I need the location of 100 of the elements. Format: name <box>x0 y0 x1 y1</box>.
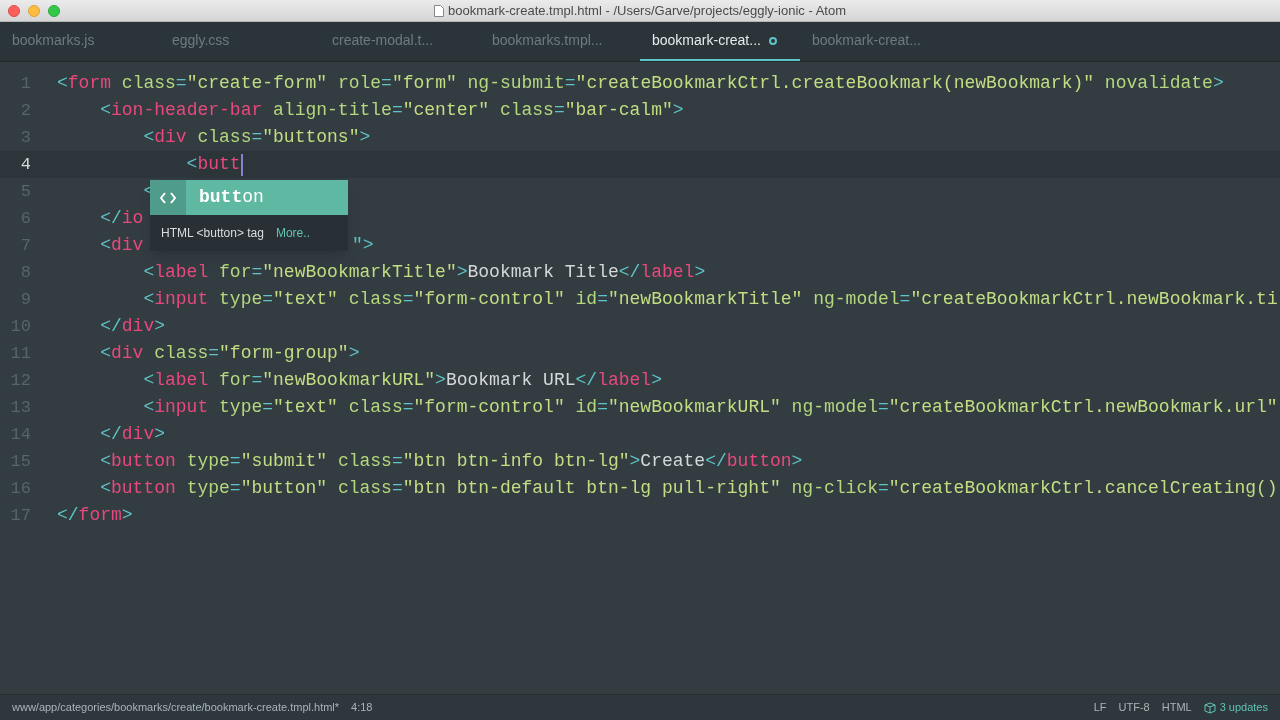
code-punctuation: > <box>651 369 662 392</box>
code-tag: input <box>154 286 209 313</box>
code-punctuation: = <box>208 342 220 365</box>
code-tag: butt <box>197 151 241 178</box>
editor-tab[interactable]: bookmark-creat... <box>800 22 960 61</box>
code-punctuation: < <box>142 288 155 311</box>
code-tag: label <box>154 259 209 286</box>
code-punctuation: > <box>359 126 371 149</box>
code-punctuation: > <box>672 99 684 122</box>
code-brackets-icon <box>160 191 176 204</box>
code-punctuation: = <box>899 288 911 311</box>
code-punctuation: "> <box>352 235 374 255</box>
code-punctuation: > <box>791 450 803 473</box>
code-punctuation: = <box>391 450 403 473</box>
code-tag: div <box>121 421 155 448</box>
code-punctuation: = <box>597 288 608 311</box>
code-string: "create-form" <box>186 72 328 95</box>
code-punctuation: > <box>694 261 706 284</box>
code-attribute: class <box>498 99 554 122</box>
code-string: "submit" <box>240 450 328 473</box>
code-tag: div <box>121 313 155 340</box>
code-attribute: ng-click <box>790 477 878 500</box>
line-ending[interactable]: LF <box>1093 699 1107 716</box>
code-string: "newBookmarkURL" <box>262 369 436 392</box>
code-punctuation: < <box>185 153 198 176</box>
code-string: "form-control" <box>413 396 565 419</box>
code-punctuation: < <box>99 342 111 365</box>
code-string: "btn btn-info btn-lg" <box>402 450 630 473</box>
code-punctuation: < <box>99 99 111 122</box>
code-attribute: align-title <box>272 99 392 122</box>
code-attribute: class <box>153 342 209 365</box>
code-string: "newBookmarkTitle" <box>607 288 803 311</box>
code-tag: form <box>67 70 112 97</box>
code-attribute: class <box>196 126 252 149</box>
code-punctuation: = <box>251 369 263 392</box>
code-punctuation: = <box>262 288 274 311</box>
code-punctuation: = <box>391 99 403 122</box>
file-path[interactable]: www/app/categories/bookmarks/create/bookmark-create.tmpl.html* <box>12 699 340 716</box>
package-icon <box>1203 701 1216 714</box>
updates-link[interactable]: 3 updates <box>1219 699 1268 716</box>
code-string: "newBookmarkURL" <box>607 396 781 419</box>
editor-tab[interactable]: eggly.css <box>160 22 320 61</box>
code-punctuation: > <box>154 315 166 338</box>
code-attribute: type <box>185 477 230 500</box>
code-tag: div <box>111 232 144 259</box>
code-text: Bookmark URL <box>445 369 576 392</box>
code-tag: button <box>111 475 176 502</box>
code-punctuation: = <box>229 477 241 500</box>
editor-tab[interactable]: bookmarks.tmpl... <box>480 22 640 61</box>
grammar[interactable]: HTML <box>1161 699 1192 716</box>
code-attribute: type <box>218 288 263 311</box>
code-attribute: id <box>574 396 598 419</box>
code-punctuation: > <box>154 423 166 446</box>
editor-tab[interactable]: bookmark-creat... <box>640 22 800 61</box>
code-attribute: class <box>336 477 392 500</box>
cursor-position[interactable]: 4:18 <box>351 699 373 716</box>
code-punctuation: < <box>57 72 68 95</box>
code-tag: input <box>154 394 209 421</box>
maximize-button[interactable] <box>48 5 60 17</box>
line-number: 4 <box>19 153 31 176</box>
code-punctuation: < <box>142 369 155 392</box>
code-string: "buttons" <box>262 126 360 149</box>
code-tag: div <box>111 340 144 367</box>
code-punctuation: = <box>262 396 274 419</box>
code-tag: label <box>154 367 209 394</box>
code-punctuation: < <box>99 450 111 473</box>
code-punctuation: </ <box>99 207 122 230</box>
code-string: "text" <box>273 288 338 311</box>
code-tag: io <box>121 205 144 232</box>
code-attribute: ng-submit <box>466 72 565 95</box>
code-attribute: novalidate <box>1103 72 1213 95</box>
code-attribute: ng-model <box>812 288 900 311</box>
code-string: "form-group" <box>219 342 349 365</box>
suggestion-description: HTML <button> tag <box>161 225 264 242</box>
code-string: "button" <box>240 477 328 500</box>
code-punctuation: = <box>229 450 241 473</box>
encoding[interactable]: UTF-8 <box>1118 699 1150 716</box>
code-tag: button <box>111 448 176 475</box>
code-punctuation: < <box>142 126 155 149</box>
code-text: Create <box>640 450 706 473</box>
code-punctuation: < <box>142 396 155 419</box>
code-punctuation: < <box>99 477 111 500</box>
code-punctuation: </ <box>618 261 641 284</box>
close-button[interactable] <box>8 5 20 17</box>
code-punctuation: = <box>251 261 263 284</box>
code-string: "text" <box>273 396 338 419</box>
code-string: "createBookmarkCtrl.cancelCreating() <box>888 477 1278 500</box>
code-attribute: type <box>185 450 230 473</box>
more-link[interactable]: More.. <box>275 224 310 242</box>
code-string: "createBookmarkCtrl.createBookmark(newBookmark)" <box>575 72 1095 95</box>
code-punctuation: > <box>1212 72 1224 95</box>
editor-tab[interactable]: bookmarks.js <box>0 22 160 61</box>
code-attribute: for <box>218 261 252 284</box>
code-punctuation: = <box>381 72 392 95</box>
code-tag: button <box>726 448 792 475</box>
editor-tab[interactable]: create-modal.t... <box>320 22 480 61</box>
code-punctuation: > <box>456 261 468 284</box>
code-tag: div <box>154 124 187 151</box>
minimize-button[interactable] <box>28 5 40 17</box>
code-punctuation: = <box>391 477 403 500</box>
